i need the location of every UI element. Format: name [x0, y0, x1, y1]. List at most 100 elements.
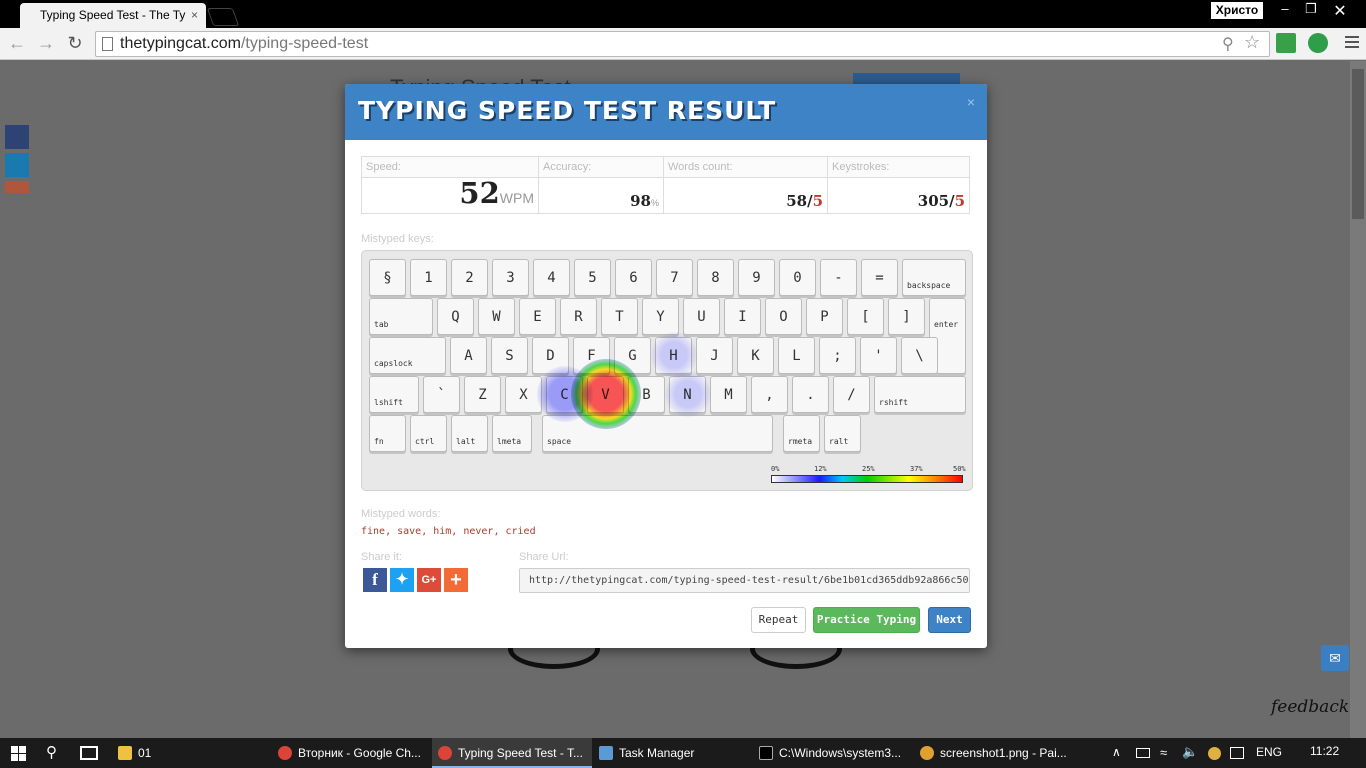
key-char: ] — [888, 298, 925, 335]
tab-title: Typing Speed Test - The Ty — [40, 8, 186, 22]
key-backspace: backspace — [902, 259, 966, 296]
search-icon[interactable]: ⚲ — [46, 743, 57, 761]
key-char: K — [737, 337, 774, 374]
share-label: Share it: — [361, 551, 402, 563]
key-char: [ — [847, 298, 884, 335]
tray-chevron-icon[interactable]: ∧ — [1112, 745, 1121, 759]
twitter-share-icon[interactable]: ✦ — [390, 568, 414, 592]
key-ctrl: ctrl — [410, 415, 447, 452]
key-char: Q — [437, 298, 474, 335]
scale-label: 50% — [953, 465, 966, 473]
mistyped-words: fine, save, him, never, cried — [361, 526, 536, 537]
clock[interactable]: 11:22 — [1310, 744, 1339, 758]
facebook-share-icon[interactable]: f — [363, 568, 387, 592]
key-char: - — [820, 259, 857, 296]
key-char: C — [546, 376, 583, 413]
battery-icon[interactable] — [1136, 748, 1150, 758]
back-icon[interactable]: ← — [6, 33, 28, 54]
url-host: thetypingcat.com — [120, 35, 241, 52]
stat-words: Words count: 58/5 — [664, 157, 828, 213]
folder-icon — [118, 746, 132, 760]
scrollbar-thumb[interactable] — [1352, 69, 1364, 219]
google-plus-share-icon[interactable]: G+ — [417, 568, 441, 592]
page-scrollbar[interactable] — [1350, 61, 1366, 738]
taskbar-item-label: screenshot1.png - Pai... — [940, 746, 1067, 760]
browser-menu-icon[interactable] — [1345, 36, 1359, 51]
key-lmeta: lmeta — [492, 415, 532, 452]
modal-header: TYPING SPEED TEST RESULT × — [345, 84, 987, 140]
key-char: W — [478, 298, 515, 335]
profile-button[interactable]: Христо — [1211, 2, 1263, 19]
twitter-side-icon[interactable] — [5, 153, 29, 177]
key-char: S — [491, 337, 528, 374]
next-button[interactable]: Next — [928, 607, 971, 633]
words-value: 58/ — [786, 192, 813, 210]
heat-scale: 0% 12% 25% 37% 50% — [771, 465, 966, 483]
modal-close-icon[interactable]: × — [967, 94, 975, 110]
restore-icon[interactable]: ❐ — [1298, 1, 1324, 17]
key-char: 1 — [410, 259, 447, 296]
mistyped-words-label: Mistyped words: — [361, 508, 441, 520]
language-indicator[interactable]: ENG — [1256, 745, 1282, 759]
taskbar-item-label: Task Manager — [619, 746, 695, 760]
feedback-link[interactable]: feedback — [1271, 697, 1349, 717]
key-char: 6 — [615, 259, 652, 296]
browser-titlebar: Typing Speed Test - The Ty × Христо – ❐ … — [0, 0, 1366, 28]
window-close-icon[interactable]: ✕ — [1327, 1, 1353, 21]
repeat-button[interactable]: Repeat — [751, 607, 806, 633]
share-url-field[interactable]: http://thetypingcat.com/typing-speed-tes… — [519, 568, 970, 593]
key-ralt: ralt — [824, 415, 861, 452]
address-bar[interactable]: thetypingcat.com/typing-speed-test ⚲ ☆ — [95, 31, 1270, 57]
key-rmeta: rmeta — [783, 415, 820, 452]
key-char: 0 — [779, 259, 816, 296]
browser-toolbar: ← → ↻ thetypingcat.com/typing-speed-test… — [0, 28, 1366, 60]
key-rshift: rshift — [874, 376, 966, 413]
tab-close-icon[interactable]: × — [191, 8, 198, 22]
bookmark-star-icon[interactable]: ☆ — [1244, 32, 1260, 53]
stat-label: Speed: — [362, 157, 538, 178]
reload-icon[interactable]: ↻ — [64, 33, 86, 54]
page-icon — [102, 37, 113, 51]
taskbar-item-cmd[interactable]: C:\Windows\system3... — [753, 738, 911, 768]
facebook-side-icon[interactable] — [5, 125, 29, 149]
new-tab-button[interactable] — [206, 8, 240, 26]
taskbar-item-label: Вторник - Google Ch... — [298, 746, 421, 760]
key-char: T — [601, 298, 638, 335]
speed-value: 52 — [459, 176, 500, 210]
notifications-icon[interactable] — [1230, 747, 1244, 759]
wifi-icon[interactable]: ≈ — [1160, 745, 1167, 760]
more-side-icon[interactable] — [5, 181, 29, 193]
browser-tab[interactable]: Typing Speed Test - The Ty × — [20, 3, 206, 28]
taskbar-item-chrome-1[interactable]: Вторник - Google Ch... — [272, 738, 430, 768]
task-view-icon[interactable] — [80, 746, 98, 760]
task-manager-icon — [599, 746, 613, 760]
more-share-icon[interactable]: + — [444, 568, 468, 592]
modal-title: TYPING SPEED TEST RESULT — [358, 96, 777, 125]
taskbar-item-folder[interactable]: 01 — [112, 738, 260, 768]
grammarly-extension-icon[interactable] — [1308, 33, 1328, 53]
key-capslock: capslock — [369, 337, 446, 374]
taskbar-item-task-manager[interactable]: Task Manager — [593, 738, 751, 768]
result-modal: TYPING SPEED TEST RESULT × Speed: 52WPM … — [345, 84, 987, 648]
key-fn: fn — [369, 415, 406, 452]
start-icon[interactable] — [11, 746, 26, 761]
key-char: L — [778, 337, 815, 374]
chat-icon[interactable]: ✉ — [1321, 645, 1349, 671]
zoom-icon[interactable]: ⚲ — [1222, 34, 1234, 54]
stat-keystrokes: Keystrokes: 305/5 — [828, 157, 969, 213]
key-char: § — [369, 259, 406, 296]
taskbar-item-paint[interactable]: screenshot1.png - Pai... — [914, 738, 1074, 768]
practice-typing-button[interactable]: Practice Typing — [813, 607, 920, 633]
stat-accuracy: Accuracy: 98% — [539, 157, 664, 213]
scale-label: 37% — [910, 465, 923, 473]
taskbar-item-label: Typing Speed Test - T... — [458, 746, 583, 760]
tray-app-icon[interactable] — [1208, 747, 1221, 760]
forward-icon[interactable]: → — [35, 33, 57, 54]
home-extension-icon[interactable] — [1276, 33, 1296, 53]
speed-unit: WPM — [499, 190, 534, 206]
taskbar-item-chrome-2[interactable]: Typing Speed Test - T... — [432, 738, 592, 768]
scale-label: 25% — [862, 465, 875, 473]
key-lshift: lshift — [369, 376, 419, 413]
minimize-icon[interactable]: – — [1272, 1, 1298, 16]
volume-icon[interactable]: 🔈 — [1182, 744, 1198, 760]
